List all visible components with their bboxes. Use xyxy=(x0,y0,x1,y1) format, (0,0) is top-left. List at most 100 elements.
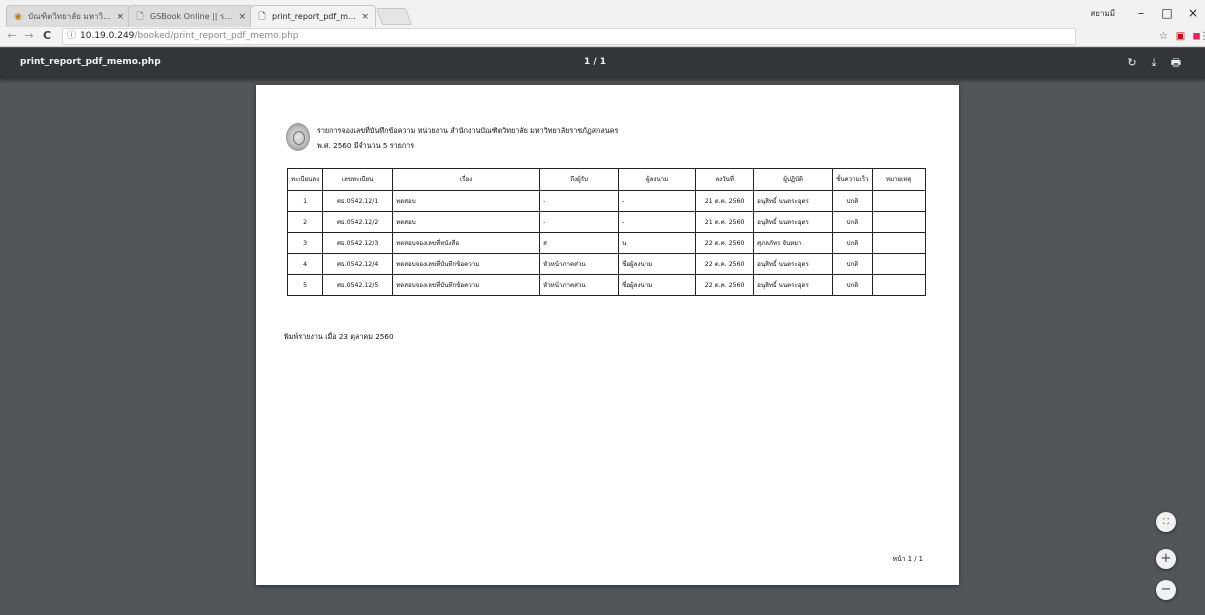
cell-recipient: หัวหน้าภาคส่วน xyxy=(539,253,620,275)
print-icon[interactable]: 🖶 xyxy=(1167,54,1185,72)
back-button[interactable]: ← xyxy=(5,28,19,44)
column-header: ลงวันที่ xyxy=(695,168,755,191)
cell-recipient: หัวหน้าภาคส่วน xyxy=(539,274,620,296)
report-title: รายการจองเลขที่บันทึกข้อความ หน่วยงาน สำ… xyxy=(317,126,619,135)
cell-reg-no: ศธ.0542.12/3 xyxy=(322,232,394,254)
cell-subject: ทดสอบ xyxy=(392,211,541,233)
column-header: ผู้ลงนาม xyxy=(618,168,697,191)
table-row: 3 ศธ.0542.12/3 ทดสอบจองเลขที่หนังสือ ส น… xyxy=(286,232,926,254)
maximize-button[interactable]: □ xyxy=(1157,4,1177,22)
column-header: ถึงผู้รับ xyxy=(539,168,620,191)
url-path: /booked/print_report_pdf_memo.php xyxy=(134,31,299,41)
cell-priority: ปกติ xyxy=(832,274,873,296)
column-header: ผู้ปฏิบัติ xyxy=(753,168,834,191)
browser-toolbar: ← → C ⓘ 10.19.0.249/booked/print_report_p… xyxy=(0,27,1205,47)
cell-date: 22 ต.ค. 2560 xyxy=(695,232,755,254)
tab-title: print_report_pdf_memo.p xyxy=(272,12,357,21)
tab-print-report[interactable]: 🗋 print_report_pdf_memo.p × xyxy=(250,5,376,27)
cell-note xyxy=(871,190,926,212)
cell-operator: ศุภลภัทร จันทยา xyxy=(753,232,834,254)
cell-recipient: - xyxy=(539,211,620,233)
close-window-button[interactable]: × xyxy=(1183,4,1203,22)
cell-index: 3 xyxy=(286,232,324,254)
cell-signer: - xyxy=(618,190,697,212)
cell-reg-no: ศธ.0542.12/4 xyxy=(322,253,394,275)
cell-priority: ปกติ xyxy=(832,211,873,233)
tab-title: บัณฑิตวิทยาลัย มหาวิทยาลัย xyxy=(28,12,113,21)
cell-reg-no: ศธ.0542.12/5 xyxy=(322,274,394,296)
university-icon: ◉ xyxy=(14,11,22,22)
printed-date: พิมพ์รายงาน เมื่อ 23 ตุลาคม 2560 xyxy=(284,332,394,341)
menu-icon[interactable]: ⋮ xyxy=(1199,30,1205,43)
page-indicator[interactable]: 1 / 1 xyxy=(560,57,630,67)
pdf-page: รายการจองเลขที่บันทึกข้อความ หน่วยงาน สำ… xyxy=(256,85,959,585)
page-number-footer: หน้า 1 / 1 xyxy=(892,555,923,563)
cell-operator: อนุสิทธิ์ นนตระอุตร xyxy=(753,211,834,233)
column-header: เลขทะเบียน xyxy=(322,168,394,191)
cell-subject: ทดสอบจองเลขที่บันทึกข้อความ xyxy=(392,253,541,275)
pdf-file-title: print_report_pdf_memo.php xyxy=(20,57,161,67)
column-header: เรื่อง xyxy=(392,168,541,191)
table-row: 1 ศธ.0542.12/1 ทดสอบ - - 21 ต.ค. 2560 อน… xyxy=(286,190,926,212)
close-icon[interactable]: × xyxy=(361,12,369,22)
cell-note xyxy=(871,274,926,296)
cell-subject: ทดสอบ xyxy=(392,190,541,212)
page-icon: 🗋 xyxy=(258,11,266,22)
fit-to-page-button[interactable]: ⛶ xyxy=(1156,512,1176,532)
reload-button[interactable]: C xyxy=(40,28,54,44)
cell-signer: ชื่อผู้ลงนาม xyxy=(618,253,697,275)
close-icon[interactable]: × xyxy=(116,12,124,22)
cell-index: 1 xyxy=(286,190,324,212)
cell-operator: อนุสิทธิ์ นนตระอุตร xyxy=(753,253,834,275)
cell-priority: ปกติ xyxy=(832,232,873,254)
address-bar[interactable]: ⓘ 10.19.0.249/booked/print_report_pdf_mem… xyxy=(62,28,1076,45)
cell-index: 5 xyxy=(286,274,324,296)
zoom-in-button[interactable]: + xyxy=(1156,549,1176,569)
cell-index: 4 xyxy=(286,253,324,275)
cell-reg-no: ศธ.0542.12/2 xyxy=(322,211,394,233)
download-icon[interactable]: ⤓ xyxy=(1145,54,1163,72)
cell-priority: ปกติ xyxy=(832,190,873,212)
cell-recipient: ส xyxy=(539,232,620,254)
pdf-viewer-toolbar: print_report_pdf_memo.php 1 / 1 ↻ ⤓ 🖶 xyxy=(0,48,1205,79)
table-row: 5 ศธ.0542.12/5 ทดสอบจองเลขที่บันทึกข้อคว… xyxy=(286,274,926,296)
star-icon[interactable]: ☆ xyxy=(1157,30,1170,43)
cell-recipient: - xyxy=(539,190,620,212)
minimize-button[interactable]: – xyxy=(1131,4,1151,22)
new-tab-button[interactable] xyxy=(375,8,413,25)
cell-subject: ทดสอบจองเลขที่หนังสือ xyxy=(392,232,541,254)
tab-title: GSBook Online || ระบบจอ xyxy=(150,12,234,21)
cell-operator: อนุสิทธิ์ นนตระอุตร xyxy=(753,274,834,296)
cell-signer: ชื่อผู้ลงนาม xyxy=(618,274,697,296)
tab-graduate-school[interactable]: ◉ บัณฑิตวิทยาลัย มหาวิทยาลัย × xyxy=(6,5,131,27)
cell-operator: อนุสิทธิ์ นนตระอุตร xyxy=(753,190,834,212)
table-row: 4 ศธ.0542.12/4 ทดสอบจองเลขที่บันทึกข้อคว… xyxy=(286,253,926,275)
cell-date: 21 ต.ค. 2560 xyxy=(695,190,755,212)
cell-signer: น xyxy=(618,232,697,254)
column-header: ชั้นความเร็ว xyxy=(832,168,873,191)
report-table: ทะเบียนลง เลขทะเบียน เรื่อง ถึงผู้รับ ผู… xyxy=(286,168,926,296)
cell-subject: ทดสอบจองเลขที่บันทึกข้อความ xyxy=(392,274,541,296)
cell-signer: - xyxy=(618,211,697,233)
cell-date: 21 ต.ค. 2560 xyxy=(695,211,755,233)
rotate-icon[interactable]: ↻ xyxy=(1123,54,1141,72)
cell-date: 22 ต.ค. 2560 xyxy=(695,274,755,296)
close-icon[interactable]: × xyxy=(238,12,246,22)
tab-gsbook[interactable]: 🗋 GSBook Online || ระบบจอ × xyxy=(128,5,253,27)
tab-strip: ◉ บัณฑิตวิทยาลัย มหาวิทยาลัย × 🗋 GSBook … xyxy=(0,0,1205,27)
cell-note xyxy=(871,211,926,233)
zoom-out-button[interactable]: − xyxy=(1156,580,1176,600)
cell-date: 22 ต.ค. 2560 xyxy=(695,253,755,275)
cell-note xyxy=(871,232,926,254)
cell-reg-no: ศธ.0542.12/1 xyxy=(322,190,394,212)
profile-name[interactable]: สยามมี xyxy=(1090,7,1115,20)
cell-note xyxy=(871,253,926,275)
acrobat-extension-icon[interactable]: ▣ xyxy=(1174,30,1187,43)
info-icon[interactable]: ⓘ xyxy=(67,31,76,41)
cell-priority: ปกติ xyxy=(832,253,873,275)
forward-button[interactable]: → xyxy=(22,28,36,44)
university-seal-logo xyxy=(286,123,310,151)
page-icon: 🗋 xyxy=(136,11,144,22)
column-header: หมายเหตุ xyxy=(871,168,926,191)
cell-index: 2 xyxy=(286,211,324,233)
